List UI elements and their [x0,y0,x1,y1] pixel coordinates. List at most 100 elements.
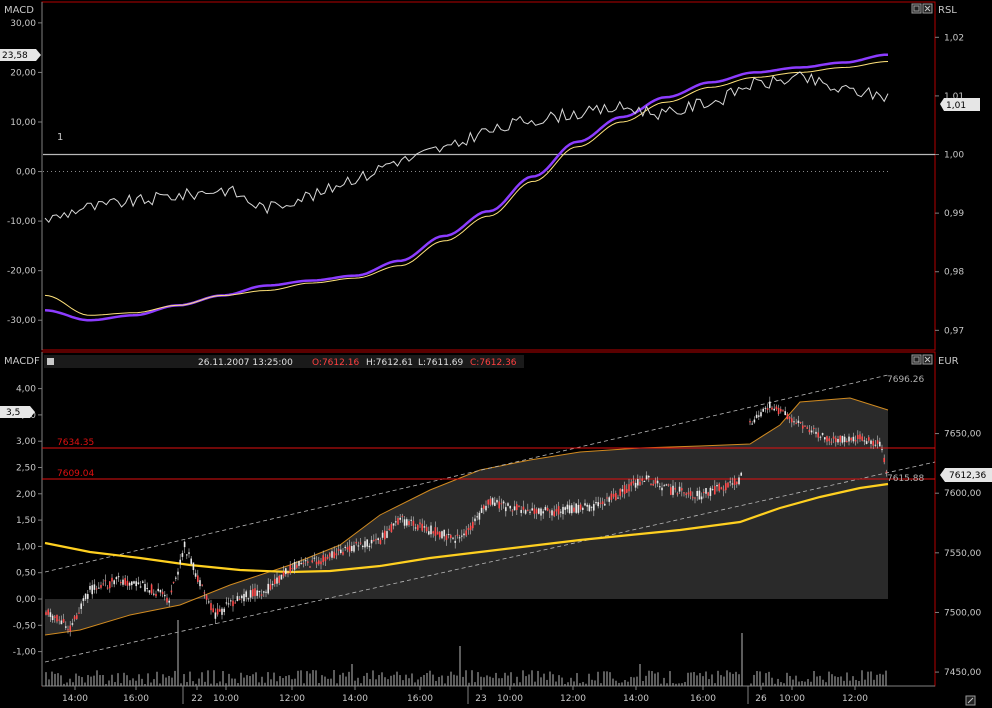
candle-body [472,521,474,529]
svg-text:3,5: 3,5 [6,408,20,418]
candle-body [260,594,263,596]
candle-body [454,540,456,543]
candle-body [351,546,353,552]
rsl-tick-label: 1,02 [944,33,964,43]
candle-body [133,581,135,584]
candle-body [177,571,179,575]
candle-body [621,489,624,492]
candle-body [212,608,214,613]
candle-body [95,588,98,590]
candle-body [529,511,531,513]
macd-panel-frame [41,1,936,351]
candle-body [645,475,648,480]
close-icon[interactable] [922,3,933,14]
candle-body [430,525,432,535]
candle-body [419,522,421,525]
candle-body [357,545,360,547]
candle-body [670,487,672,495]
candle-body [205,595,208,600]
candle-body [333,551,335,559]
macdf-value-badge: 3,5 [0,406,35,418]
candle-body [395,521,397,523]
x-tick-label: 10:00 [497,694,523,704]
candle-body [373,540,375,542]
candle-body [62,619,65,623]
candle-body [370,539,373,544]
candle-body [828,438,830,442]
candle-body [386,531,388,538]
candle-body [175,577,177,579]
candle-body [795,422,797,424]
candle-body [804,425,806,427]
candle-body [793,421,795,423]
candle-body [738,477,740,485]
macdf-tick-label: 4,00 [16,385,36,395]
candle-body [808,429,811,433]
candle-body [817,432,819,438]
candle-body [685,493,687,496]
candle-body [311,560,313,563]
candle-body [527,509,529,511]
candle-body [722,489,725,491]
candle-body [58,619,60,621]
macd-value-badge: 23,58 [0,49,41,61]
candle-body [516,504,518,511]
candle-body [630,482,632,486]
candle-body [331,551,333,558]
candle-body [815,431,817,434]
candle-body [612,493,615,497]
candle-body [806,427,808,429]
candle-body [667,484,670,486]
candle-body [573,507,575,512]
candle-body [399,517,401,520]
minimize-icon[interactable] [911,3,922,14]
candle-body [267,583,269,594]
info-low: L:7611.69 [418,358,464,368]
candle-body [588,505,591,512]
candle-body [687,492,690,495]
candle-body [494,502,496,506]
candle-body [507,503,509,506]
eur-value-badge: 7612,36 [940,468,992,482]
candle-body [520,509,522,513]
candle-body [309,566,311,568]
candle-body [87,594,89,599]
close-icon[interactable] [922,354,933,365]
candle-body [60,620,63,625]
candle-body [181,553,184,557]
candle-body [780,409,782,412]
candle-body [166,597,168,603]
candle-body [210,603,212,611]
candle-body [406,519,408,526]
candle-body [841,435,844,443]
candle-body [461,535,463,537]
candle-body [353,545,355,552]
resize-grip-icon[interactable] [965,695,976,706]
candle-body [762,408,764,412]
candle-body [137,582,140,584]
candle-body [839,435,841,442]
candle-body [661,487,663,491]
candle-body [720,487,723,490]
ohlc-info-bar: 26.11.2007 13:25:00 O:7612.16 H:7612.61 … [44,355,524,368]
candle-body [474,518,476,522]
candle-body [67,629,69,631]
candle-body [111,577,113,582]
candle-body [709,487,712,496]
macdf-tick-label: 0,00 [16,595,36,605]
x-tick-label: 12:00 [279,694,305,704]
candle-body [665,484,668,486]
candle-body [131,581,133,586]
svg-text:23,58: 23,58 [2,51,28,61]
minimize-icon[interactable] [911,354,922,365]
rsl-tick-label: 0,98 [944,268,964,278]
candle-body [786,413,789,420]
candle-body [366,539,368,547]
candle-body [296,564,298,568]
candle-body [49,612,52,617]
rsl-axis-title: RSL [938,5,957,16]
candle-body [252,589,254,597]
rsl-value-badge: 1,01 [940,98,980,111]
candle-body [263,591,265,593]
candle-body [78,612,80,614]
